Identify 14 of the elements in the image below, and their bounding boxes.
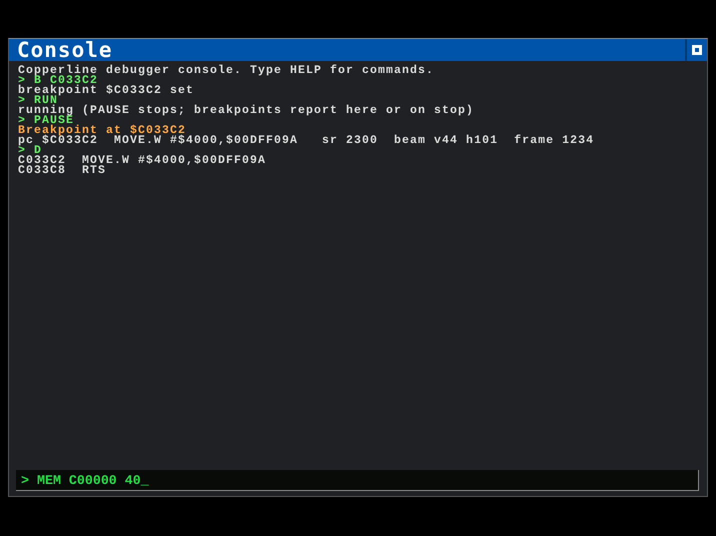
command-line: > PAUSE [18, 116, 74, 126]
window-title: Console [17, 38, 113, 62]
output-line: pc $C033C2 MOVE.W #$4000,$00DFF09A sr 2300 beam v44 h101 frame 1234 [18, 136, 596, 146]
command-input[interactable]: > MEM C00000 40_ [16, 470, 699, 491]
command-line: > RUN [18, 96, 58, 106]
output-line: Copperline debugger console. Type HELP for commands. [18, 66, 436, 76]
command-line: > D [18, 146, 42, 156]
output-line: running (PAUSE stops; breakpoints report here or on stop) [18, 106, 476, 116]
output-line: breakpoint $C033C2 set [18, 86, 196, 96]
event-line: Breakpoint at $C033C2 [18, 126, 186, 136]
command-line: > B C033C2 [18, 76, 100, 86]
square-icon [692, 45, 702, 55]
output-line: C033C2 MOVE.W #$4000,$00DFF09A [18, 156, 268, 166]
output-line: C033C8 RTS [18, 166, 108, 176]
